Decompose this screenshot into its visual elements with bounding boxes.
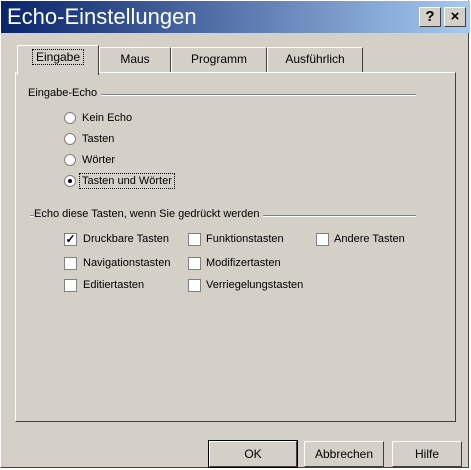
tab-eingabe-label: Eingabe <box>31 49 85 65</box>
ok-button[interactable]: OK <box>208 440 298 468</box>
checkbox-editiertasten[interactable] <box>64 279 77 292</box>
checkbox-verriegelungstasten-label[interactable]: Verriegelungstasten <box>206 278 303 292</box>
checkbox-andere-tasten[interactable] <box>316 233 329 246</box>
checkbox-navigationstasten-label[interactable]: Navigationstasten <box>83 256 170 270</box>
checkbox-modifizertasten-label[interactable]: Modifizertasten <box>206 256 281 270</box>
echo-group-title: Eingabe-Echo <box>28 87 102 99</box>
radio-woerter-label[interactable]: Wörter <box>82 153 115 167</box>
radio-tasten-label[interactable]: Tasten <box>82 132 114 146</box>
checkbox-druckbare-tasten-label[interactable]: Druckbare Tasten <box>83 232 169 246</box>
checkbox-modifizertasten[interactable] <box>188 257 201 270</box>
settings-dialog: Echo-Einstellungen ? × Eingabe Maus Prog… <box>0 0 470 468</box>
checkbox-navigationstasten[interactable] <box>64 257 77 270</box>
radio-tasten-und-woerter[interactable] <box>64 175 76 187</box>
help-question-button[interactable]: ? <box>419 7 441 27</box>
checkbox-funktionstasten[interactable] <box>188 233 201 246</box>
window-title: Echo-Einstellungen <box>7 4 197 29</box>
radio-kein-echo-label[interactable]: Kein Echo <box>82 111 132 125</box>
radio-tasten-und-woerter-label[interactable]: Tasten und Wörter <box>79 173 175 189</box>
tab-panel: Eingabe-Echo Kein Echo Tasten Wörter Tas… <box>15 72 456 422</box>
tab-eingabe[interactable]: Eingabe <box>17 45 99 75</box>
checkbox-funktionstasten-label[interactable]: Funktionstasten <box>206 232 284 246</box>
radio-tasten[interactable] <box>64 133 76 145</box>
checkbox-verriegelungstasten[interactable] <box>188 279 201 292</box>
checkbox-andere-tasten-label[interactable]: Andere Tasten <box>334 232 405 246</box>
tab-ausfuehrlich[interactable]: Ausführlich <box>267 47 363 73</box>
checkbox-editiertasten-label[interactable]: Editiertasten <box>83 278 144 292</box>
radio-kein-echo[interactable] <box>64 112 76 124</box>
tab-maus[interactable]: Maus <box>99 47 171 73</box>
tab-programm[interactable]: Programm <box>171 47 267 73</box>
keys-group-title: Echo diese Tasten, wenn Sie gedrückt wer… <box>34 208 264 220</box>
title-bar: Echo-Einstellungen ? × <box>1 1 470 33</box>
close-button[interactable]: × <box>444 7 466 27</box>
help-button[interactable]: Hilfe <box>392 441 462 467</box>
checkbox-druckbare-tasten[interactable]: ✓ <box>64 233 77 246</box>
radio-woerter[interactable] <box>64 154 76 166</box>
cancel-button[interactable]: Abbrechen <box>304 441 384 467</box>
